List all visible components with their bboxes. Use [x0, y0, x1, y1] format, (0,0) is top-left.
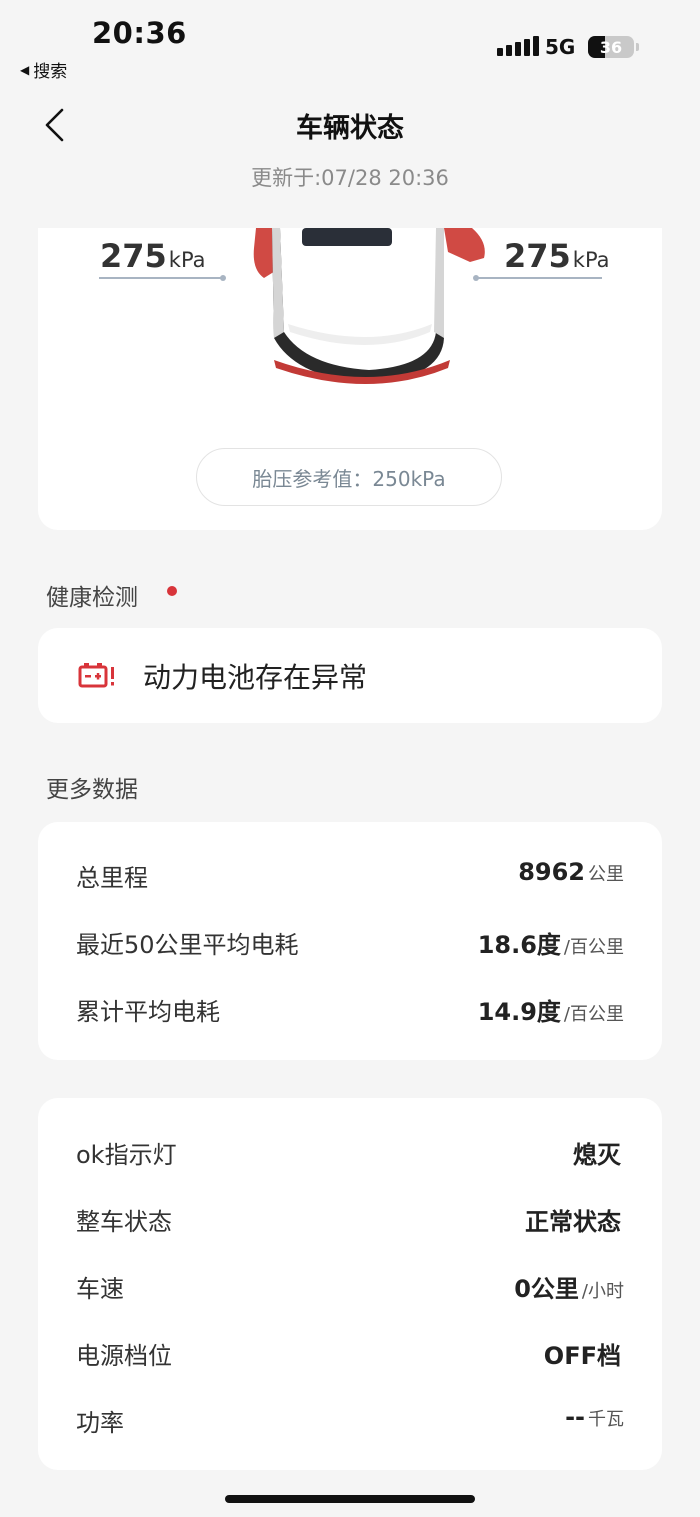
home-indicator[interactable] [225, 1495, 475, 1503]
gear-label: 电源档位 [76, 1342, 172, 1370]
pressure-value: 275 [504, 237, 571, 275]
battery-icon: 36 [588, 36, 634, 58]
car-top-view-icon [253, 228, 485, 384]
pressure-unit: kPa [572, 248, 610, 272]
value-unit: /小时 [581, 1281, 624, 1302]
back-app-label: 搜索 [33, 62, 68, 82]
network-type: 5G [545, 35, 576, 59]
update-time: 更新于:07/28 20:36 [251, 166, 449, 190]
value-text: OFF档 [543, 1342, 621, 1370]
battery-tip [636, 43, 639, 51]
value-unit: 公里 [588, 864, 624, 885]
value-text: 14.9度 [477, 998, 561, 1026]
value-text: -- [565, 1403, 585, 1431]
value-unit: /百公里 [563, 1004, 624, 1025]
recent-consumption-value: 18.6度/百公里 [478, 925, 624, 960]
value-text: 18.6度 [477, 931, 561, 959]
value-unit: 千瓦 [588, 1409, 624, 1430]
cumulative-consumption-label: 累计平均电耗 [76, 998, 220, 1026]
ok-indicator-value: 熄灭 [573, 1135, 624, 1170]
pressure-leader-line-right [476, 277, 602, 279]
health-section-title: 健康检测 [46, 585, 138, 611]
pressure-unit: kPa [168, 248, 206, 272]
power-value: -- 千瓦 [565, 1403, 624, 1431]
health-alert-text: 动力电池存在异常 [143, 661, 368, 694]
value-unit: /百公里 [563, 937, 624, 958]
vehicle-state-label: 整车状态 [76, 1208, 172, 1236]
value-text: 正常状态 [525, 1208, 621, 1236]
pressure-leader-line-left [99, 277, 223, 279]
more-data-section-title: 更多数据 [46, 777, 138, 803]
battery-warning-icon [78, 663, 114, 688]
pressure-value: 275 [100, 237, 167, 275]
recent-consumption-label: 最近50公里平均电耗 [76, 931, 299, 959]
total-mileage-label: 总里程 [76, 864, 148, 892]
value-text: 熄灭 [573, 1141, 621, 1169]
speed-label: 车速 [76, 1275, 124, 1303]
tire-pressure-reference: 胎压参考值：250kPa [196, 448, 502, 506]
value-text: 8962 [518, 858, 585, 886]
signal-icon [497, 36, 539, 56]
pressure-leader-dot-left [220, 275, 226, 281]
total-mileage-value: 8962 公里 [518, 858, 624, 886]
battery-level: 36 [599, 37, 623, 57]
tire-pressure-front-right: 275kPa [504, 237, 610, 275]
gear-value: OFF档 [544, 1336, 624, 1371]
speed-value: 0公里/小时 [514, 1269, 624, 1304]
tire-pressure-front-left: 275kPa [100, 237, 206, 275]
vehicle-state-value: 正常状态 [525, 1202, 624, 1237]
ok-indicator-label: ok指示灯 [76, 1141, 177, 1169]
cumulative-consumption-value: 14.9度/百公里 [478, 992, 624, 1027]
back-triangle-icon: ◀ [20, 62, 30, 77]
value-text: 0公里 [514, 1275, 579, 1303]
back-to-app-link[interactable]: ◀ 搜索 [20, 57, 67, 82]
alert-dot [167, 586, 177, 596]
power-label: 功率 [76, 1409, 124, 1437]
status-time: 20:36 [92, 16, 187, 50]
page-title: 车辆状态 [296, 113, 404, 144]
